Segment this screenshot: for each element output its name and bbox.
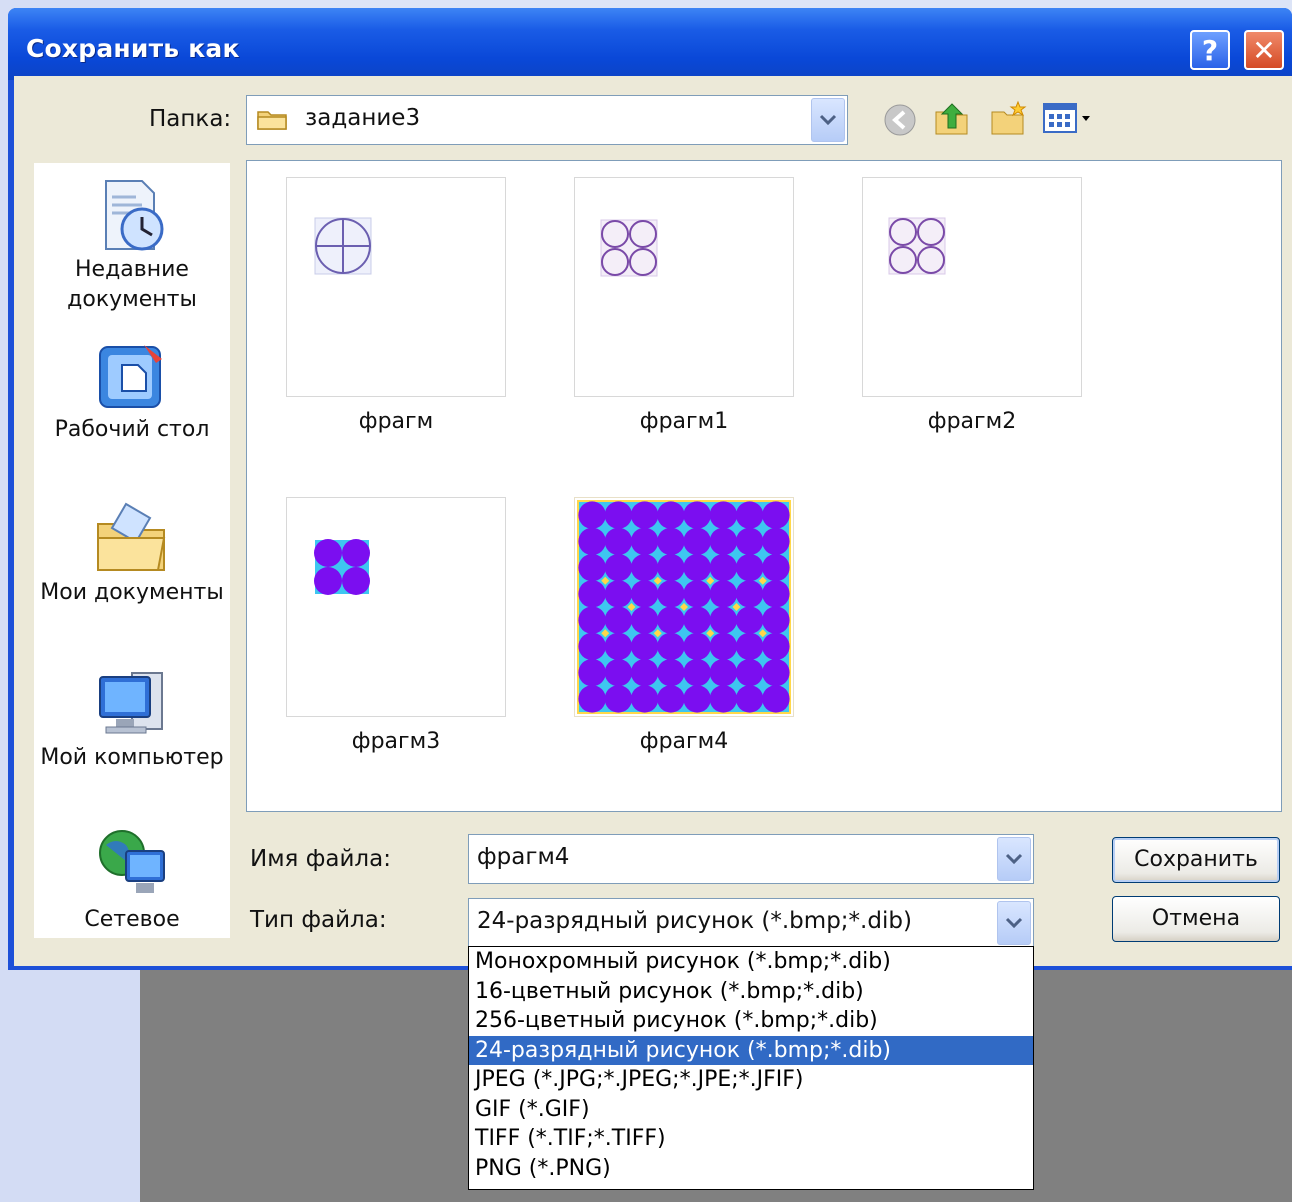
place-desktop[interactable]: Рабочий стол bbox=[34, 335, 230, 445]
place-recent-documents[interactable]: Недавние документы bbox=[34, 175, 230, 315]
network-icon bbox=[99, 830, 165, 893]
file-preview-image bbox=[600, 219, 658, 277]
filetype-select[interactable]: 24-разрядный рисунок (*.bmp;*.dib) bbox=[468, 898, 1034, 948]
filetype-option[interactable]: GIF (*.GIF) bbox=[469, 1095, 1033, 1125]
chevron-down-icon bbox=[1005, 917, 1023, 929]
up-folder-icon[interactable] bbox=[932, 98, 972, 138]
filetype-value: 24-разрядный рисунок (*.bmp;*.dib) bbox=[477, 908, 912, 934]
file-thumbnail[interactable] bbox=[286, 177, 506, 397]
file-preview-image bbox=[888, 217, 946, 275]
chevron-down-icon bbox=[819, 114, 837, 126]
filename-input[interactable]: фрагм4 bbox=[477, 844, 569, 870]
background-app-sidebar bbox=[0, 960, 141, 1202]
place-network[interactable]: Сетевое bbox=[34, 825, 230, 935]
back-icon[interactable] bbox=[880, 98, 920, 138]
filetype-option[interactable]: 256-цветный рисунок (*.bmp;*.dib) bbox=[469, 1006, 1033, 1036]
filename-dropdown-button[interactable] bbox=[997, 837, 1031, 881]
filetype-option[interactable]: 16-цветный рисунок (*.bmp;*.dib) bbox=[469, 977, 1033, 1007]
file-name-label[interactable]: фрагм3 bbox=[286, 729, 506, 754]
filename-combo[interactable]: фрагм4 bbox=[468, 834, 1034, 884]
filetype-dropdown-button[interactable] bbox=[997, 901, 1031, 945]
place-label-recent: Недавние документы bbox=[67, 257, 197, 312]
save-button[interactable]: Сохранить bbox=[1112, 837, 1280, 883]
my-documents-icon bbox=[97, 502, 166, 571]
close-button[interactable]: ✕ bbox=[1244, 30, 1284, 70]
help-button[interactable]: ? bbox=[1190, 30, 1230, 70]
filetype-option-selected[interactable]: 24-разрядный рисунок (*.bmp;*.dib) bbox=[469, 1035, 1033, 1065]
filetype-dropdown-list[interactable]: Монохромный рисунок (*.bmp;*.dib) 16-цве… bbox=[468, 946, 1034, 1190]
file-name-label[interactable]: фрагм4 bbox=[574, 729, 794, 754]
file-list-view[interactable]: фрагм фрагм1 фрагм2 фрагм3 фрагм4 bbox=[246, 160, 1282, 812]
place-label-my-computer: Мой компьютер bbox=[40, 745, 224, 770]
filetype-option[interactable]: PNG (*.PNG) bbox=[469, 1154, 1033, 1184]
place-label-my-documents: Мои документы bbox=[40, 580, 224, 605]
dialog-title: Сохранить как bbox=[26, 34, 240, 63]
folder-icon bbox=[257, 111, 287, 130]
folder-value: задание3 bbox=[305, 105, 421, 131]
place-my-computer[interactable]: Мой компьютер bbox=[34, 663, 230, 773]
places-bar: Недавние документы Рабочий стол Мои доку… bbox=[34, 163, 230, 938]
cancel-button[interactable]: Отмена bbox=[1112, 896, 1280, 942]
title-bar[interactable]: Сохранить как ? ✕ bbox=[8, 8, 1292, 80]
filename-label: Имя файла: bbox=[250, 846, 391, 872]
folder-label: Папка: bbox=[149, 106, 232, 132]
place-label-desktop: Рабочий стол bbox=[54, 417, 210, 442]
place-label-network: Сетевое bbox=[84, 907, 180, 932]
file-name-label[interactable]: фрагм bbox=[286, 409, 506, 434]
file-name-label[interactable]: фрагм2 bbox=[862, 409, 1082, 434]
filetype-option[interactable]: Монохромный рисунок (*.bmp;*.dib) bbox=[469, 947, 1033, 977]
my-computer-icon bbox=[99, 672, 163, 734]
filetype-option[interactable]: JPEG (*.JPG;*.JPEG;*.JPE;*.JFIF) bbox=[469, 1065, 1033, 1095]
file-thumbnail-selected[interactable] bbox=[574, 497, 794, 717]
file-preview-image bbox=[577, 500, 791, 714]
place-my-documents[interactable]: Мои документы bbox=[34, 498, 230, 608]
folder-dropdown-button[interactable] bbox=[811, 98, 845, 142]
filetype-label: Тип файла: bbox=[250, 907, 387, 933]
recent-documents-icon bbox=[105, 180, 164, 251]
new-folder-icon[interactable] bbox=[988, 98, 1028, 138]
view-menu-icon[interactable] bbox=[1042, 98, 1098, 138]
filetype-option[interactable]: TIFF (*.TIF;*.TIFF) bbox=[469, 1124, 1033, 1154]
file-preview-image bbox=[314, 217, 372, 275]
file-preview-image bbox=[314, 539, 370, 595]
file-name-label[interactable]: фрагм1 bbox=[574, 409, 794, 434]
desktop-icon bbox=[99, 345, 162, 408]
chevron-down-icon bbox=[1005, 853, 1023, 865]
file-thumbnail[interactable] bbox=[862, 177, 1082, 397]
file-thumbnail[interactable] bbox=[574, 177, 794, 397]
folder-combo[interactable]: задание3 bbox=[246, 95, 848, 145]
file-thumbnail[interactable] bbox=[286, 497, 506, 717]
